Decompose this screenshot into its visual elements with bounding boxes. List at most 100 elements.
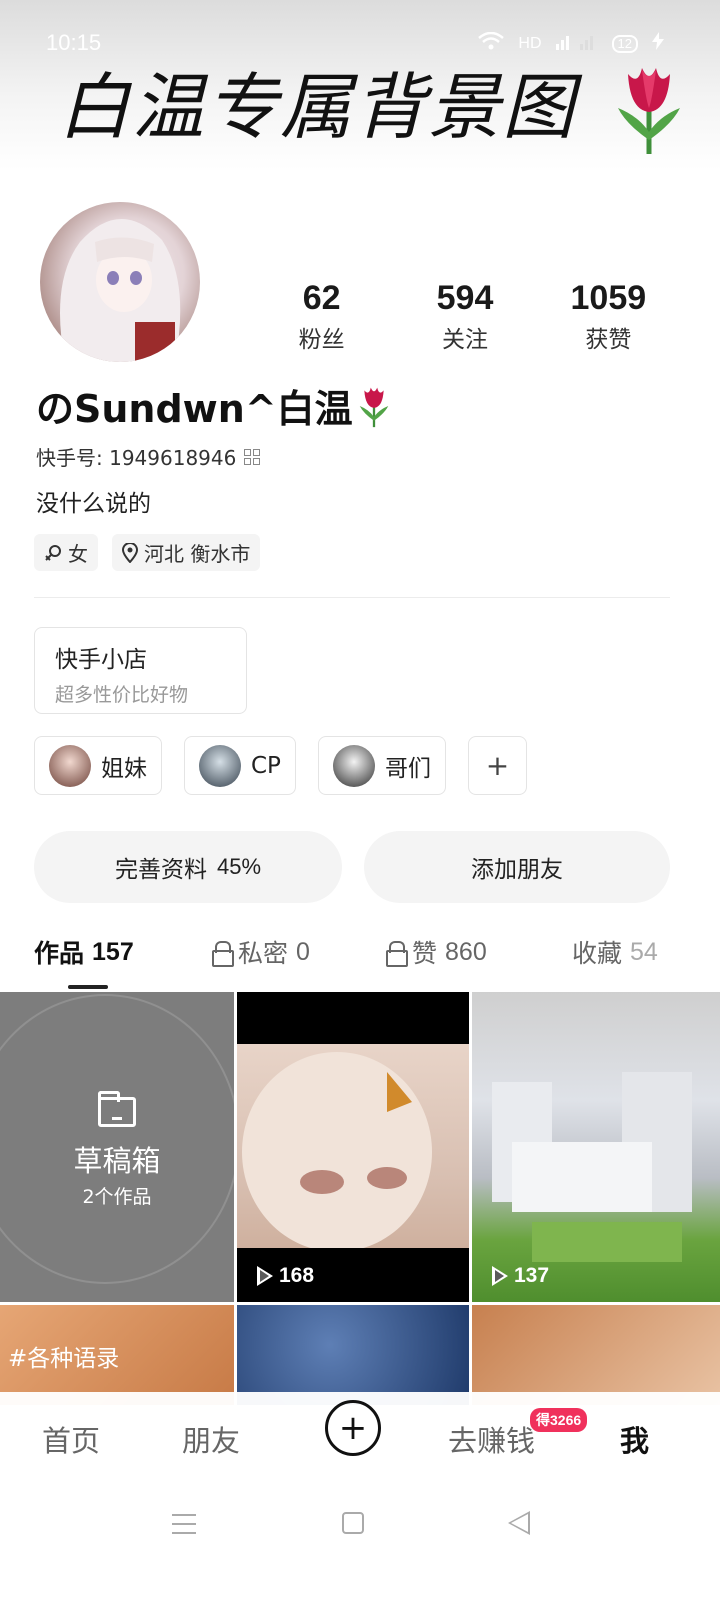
tab-count: 157 <box>92 937 134 966</box>
tab-count: 54 <box>630 937 658 966</box>
video-thumbnail[interactable]: 137 <box>472 992 720 1302</box>
content-tabs: 作品 157 私密 0 赞 860 收藏 54 <box>0 934 720 990</box>
charging-icon <box>652 32 664 55</box>
tab-liked[interactable]: 赞 860 <box>386 934 487 970</box>
profile-stats: 62 粉丝 594 关注 1059 获赞 <box>250 278 680 354</box>
shop-subtitle: 超多性价比好物 <box>55 684 189 706</box>
stat-label: 关注 <box>441 327 488 353</box>
avatar <box>49 744 91 787</box>
username: のSundwn^白温 <box>36 378 391 433</box>
stat-following[interactable]: 594 关注 <box>393 278 536 354</box>
kuaishou-id-text: 快手号: 1949618946 <box>36 446 237 470</box>
complete-profile-label: 完善资料 <box>114 857 207 883</box>
tab-private[interactable]: 私密 0 <box>212 934 310 970</box>
profile-banner[interactable]: 10:15 HD 12 白温专属背景图 <box>0 0 720 170</box>
play-icon <box>492 1266 508 1286</box>
group-label: 姐妹 <box>101 755 147 782</box>
complete-profile-button[interactable]: 完善资料 45% <box>34 831 342 903</box>
stat-label: 获赞 <box>585 327 632 353</box>
female-icon <box>45 544 61 561</box>
lock-icon <box>386 941 408 967</box>
earn-badge: 得3266 <box>530 1408 588 1432</box>
status-bar: 10:15 HD 12 <box>0 24 720 64</box>
location-pin-icon <box>122 542 138 563</box>
kuaishou-id[interactable]: 快手号: 1949618946 <box>36 442 261 471</box>
avatar <box>199 744 241 787</box>
tab-active-indicator <box>68 985 108 989</box>
shop-card[interactable]: 快手小店 超多性价比好物 <box>34 627 247 714</box>
nav-me[interactable]: 我 <box>620 1418 649 1460</box>
tab-label: 私密 <box>238 939 289 968</box>
add-friend-button[interactable]: 添加朋友 <box>364 831 670 903</box>
nav-home[interactable]: 首页 <box>42 1418 100 1460</box>
status-time: 10:15 <box>46 30 102 55</box>
video-thumbnail[interactable] <box>237 1305 469 1405</box>
video-thumbnail[interactable]: 168 <box>237 992 469 1302</box>
gender-text: 女 <box>68 542 88 566</box>
back-icon[interactable] <box>508 1511 530 1535</box>
lock-icon <box>212 941 234 967</box>
shop-title: 快手小店 <box>55 647 147 673</box>
group-label: 哥们 <box>384 755 431 782</box>
profile-avatar[interactable] <box>40 202 200 362</box>
play-count-text: 137 <box>514 1264 550 1287</box>
play-count: 137 <box>492 1264 549 1288</box>
thumbnail-art <box>237 1052 469 1302</box>
tab-favorites[interactable]: 收藏 54 <box>572 934 658 970</box>
qr-code-icon[interactable] <box>244 448 261 465</box>
video-tag: #各种语录 <box>8 1346 120 1372</box>
location-tag: 河北 衡水市 <box>112 534 261 571</box>
complete-percent: 45% <box>216 854 262 879</box>
signal-icon <box>555 32 598 55</box>
network-label: HD <box>518 34 542 52</box>
menu-icon[interactable] <box>172 1514 196 1534</box>
avatar <box>332 744 375 787</box>
tulip-icon <box>618 68 680 154</box>
video-thumbnail[interactable]: #各种语录 <box>0 1305 234 1405</box>
stat-likes[interactable]: 1059 获赞 <box>537 278 680 354</box>
status-icons: HD 12 <box>478 31 664 55</box>
divider <box>34 597 670 598</box>
folder-icon <box>98 1091 136 1127</box>
nav-earn[interactable]: 去赚钱 <box>448 1418 535 1460</box>
add-group-button[interactable]: + <box>467 736 527 795</box>
wifi-icon <box>478 31 505 55</box>
play-count: 168 <box>257 1264 314 1288</box>
drafts-cell[interactable]: 草稿箱 2个作品 <box>0 992 234 1302</box>
stat-value: 594 <box>436 279 494 317</box>
battery-indicator: 12 <box>611 34 638 53</box>
tab-count: 0 <box>296 937 310 966</box>
bio: 没什么说的 <box>36 491 151 517</box>
nav-friends[interactable]: 朋友 <box>182 1418 240 1460</box>
group-sisters[interactable]: 姐妹 <box>34 736 162 795</box>
stat-followers[interactable]: 62 粉丝 <box>250 278 393 354</box>
tulip-icon <box>359 387 388 427</box>
group-bros[interactable]: 哥们 <box>317 736 446 795</box>
create-button[interactable]: + <box>325 1400 381 1456</box>
system-navigation <box>0 1484 720 1600</box>
tab-label: 作品 <box>34 939 85 968</box>
home-icon[interactable] <box>342 1512 364 1534</box>
play-icon <box>257 1266 273 1286</box>
stat-label: 粉丝 <box>298 327 345 353</box>
play-count-text: 168 <box>279 1264 315 1287</box>
tab-count: 860 <box>445 937 487 966</box>
plus-icon: + <box>338 1408 368 1448</box>
thumbnail-art <box>492 1072 692 1262</box>
bottom-navigation: 首页 朋友 + 去赚钱 得3266 我 <box>0 1392 720 1484</box>
group-label: CP <box>251 752 281 779</box>
profile-tags: 女 河北 衡水市 <box>34 534 261 571</box>
stat-value: 1059 <box>570 279 647 317</box>
banner-title: 白温专属背景图 <box>58 65 577 149</box>
drafts-count: 2个作品 <box>82 1186 152 1208</box>
drafts-title: 草稿箱 <box>73 1144 161 1178</box>
username-text: のSundwn^白温 <box>36 387 353 431</box>
stat-value: 62 <box>302 279 341 317</box>
gender-tag: 女 <box>34 534 98 571</box>
tab-label: 赞 <box>412 939 438 968</box>
video-thumbnail[interactable] <box>472 1305 720 1405</box>
location-text: 河北 衡水市 <box>144 542 251 566</box>
group-cp[interactable]: CP <box>184 736 296 795</box>
tab-label: 收藏 <box>572 939 623 968</box>
tab-works[interactable]: 作品 157 <box>34 934 134 970</box>
